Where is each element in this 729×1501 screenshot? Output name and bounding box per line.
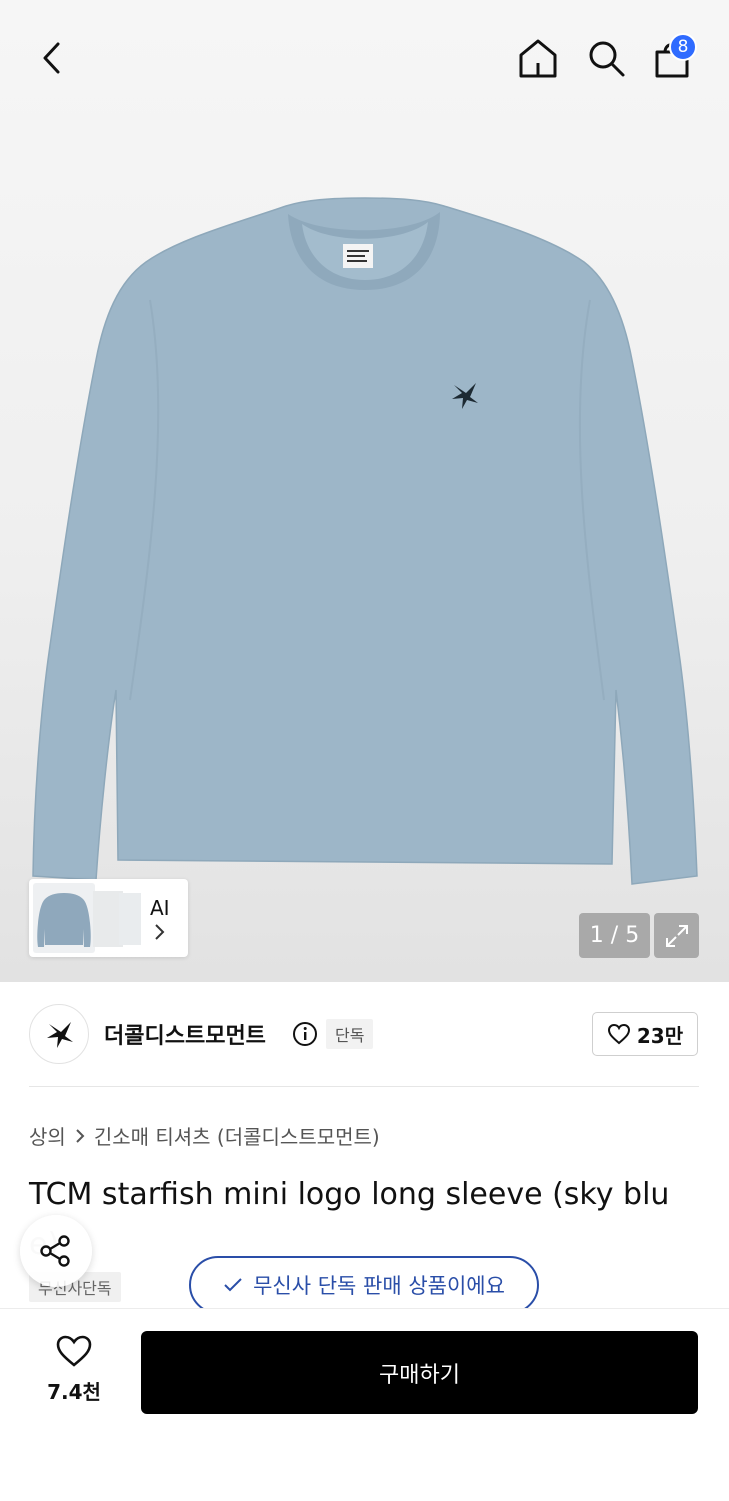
search-button[interactable]	[584, 36, 628, 80]
exclusive-info-text: 무신사 단독 판매 상품이에요	[253, 1274, 505, 1298]
back-button[interactable]	[32, 38, 72, 78]
chevron-right-icon	[155, 924, 165, 940]
image-counter: 1 / 5	[579, 913, 650, 958]
brand-name[interactable]: 더콜디스트모먼트	[104, 1018, 266, 1050]
product-image-gallery[interactable]	[0, 0, 729, 982]
wishlist-count: 7.4천	[47, 1380, 101, 1404]
search-icon	[589, 41, 625, 77]
info-icon[interactable]	[292, 1021, 318, 1047]
exclusive-tag: 단독	[326, 1019, 374, 1049]
expand-button[interactable]	[654, 913, 699, 958]
breadcrumb: 상의 긴소매 티셔츠 (더콜디스트모먼트)	[29, 1121, 380, 1150]
wishlist-button[interactable]: 7.4천	[36, 1334, 112, 1405]
product-image	[32, 197, 698, 885]
share-icon	[40, 1235, 70, 1267]
heart-icon	[607, 1023, 630, 1045]
brand-logo[interactable]	[29, 1004, 89, 1064]
thumbnail-image	[33, 883, 95, 953]
product-title-line1: TCM starfish mini logo long sleeve (sky …	[29, 1177, 670, 1212]
home-icon	[519, 39, 557, 78]
cart-count-badge: 8	[669, 33, 697, 61]
breadcrumb-item-category[interactable]: 상의	[29, 1121, 66, 1150]
thumbnail-image	[119, 893, 141, 945]
check-icon	[224, 1278, 242, 1292]
breadcrumb-item-subcategory[interactable]: 긴소매 티셔츠 (더콜디스트모먼트)	[94, 1121, 380, 1150]
divider	[29, 1086, 699, 1087]
share-button[interactable]	[20, 1215, 92, 1287]
brand-like-count: 23만	[636, 1023, 684, 1048]
chevron-right-icon	[74, 1128, 86, 1144]
heart-icon	[56, 1335, 92, 1367]
home-button[interactable]	[516, 36, 560, 80]
exclusive-info-pill[interactable]: 무신사 단독 판매 상품이에요	[189, 1256, 539, 1314]
buy-button[interactable]: 구매하기	[141, 1331, 698, 1414]
brand-like-button[interactable]: 23만	[592, 1012, 698, 1056]
product-title: TCM starfish mini logo long sleeve (sky …	[29, 1170, 719, 1270]
ai-label: AI	[150, 896, 170, 920]
starfish-logo-icon	[47, 1022, 73, 1048]
expand-icon	[665, 924, 688, 947]
chevron-left-icon	[43, 42, 60, 74]
